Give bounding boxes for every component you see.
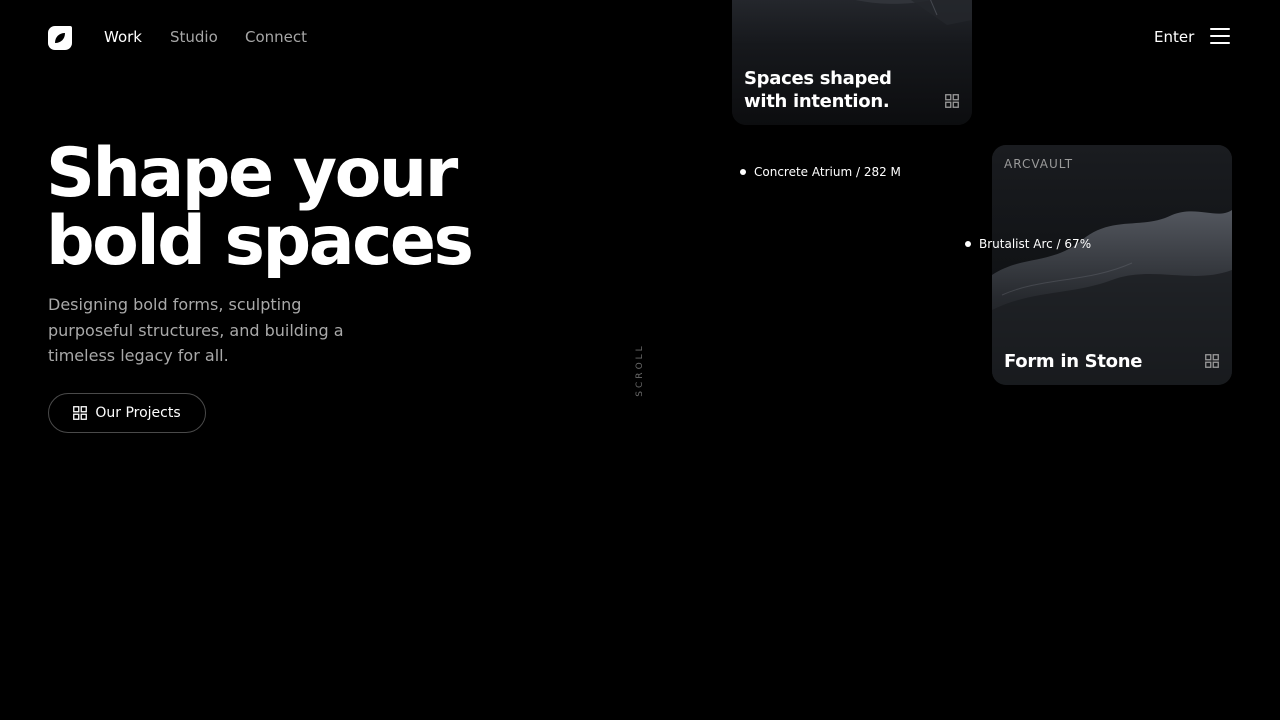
nav-link-studio[interactable]: Studio xyxy=(170,28,218,46)
hero-title-line-1: Shape your xyxy=(46,134,458,213)
card-title: Spaces shaped with intention. xyxy=(744,68,892,112)
grid-icon[interactable] xyxy=(1205,354,1219,368)
enter-link[interactable]: Enter xyxy=(1154,28,1194,46)
nav-link-work[interactable]: Work xyxy=(104,28,142,46)
grid-icon xyxy=(73,406,88,420)
annotation-concrete-atrium[interactable]: Concrete Atrium / 282 M xyxy=(740,165,901,179)
annotation-brutalist-arc[interactable]: Brutalist Arc / 67% xyxy=(965,237,1091,251)
project-card-form-in-stone[interactable]: ARCVAULT Form in Stone xyxy=(992,145,1232,385)
top-nav: Work Studio Connect Enter xyxy=(0,0,1280,76)
hero-title: Shape your bold spaces xyxy=(46,134,474,281)
hotspot-dot-icon xyxy=(740,169,746,175)
hamburger-menu-icon[interactable] xyxy=(1210,28,1230,44)
annotation-label: Brutalist Arc / 67% xyxy=(979,237,1092,251)
card-image xyxy=(992,145,1232,385)
grid-icon[interactable] xyxy=(945,94,959,108)
our-projects-label: Our Projects xyxy=(95,405,181,421)
hero-subtitle: Designing bold forms, sculpting purposef… xyxy=(48,295,344,365)
card-title: Form in Stone xyxy=(1004,351,1143,372)
scroll-indicator: SCROLL xyxy=(635,343,645,397)
hotspot-dot-icon xyxy=(965,241,971,247)
leaf-logo-icon[interactable] xyxy=(48,26,72,50)
our-projects-button[interactable]: Our Projects xyxy=(48,393,206,433)
annotation-label: Concrete Atrium / 282 M xyxy=(754,165,901,179)
hero-title-line-2: bold spaces xyxy=(46,202,474,281)
card-tag: ARCVAULT xyxy=(1004,157,1074,171)
project-card-spaces[interactable]: Spaces shaped with intention. xyxy=(732,0,972,125)
nav-link-connect[interactable]: Connect xyxy=(245,28,307,46)
